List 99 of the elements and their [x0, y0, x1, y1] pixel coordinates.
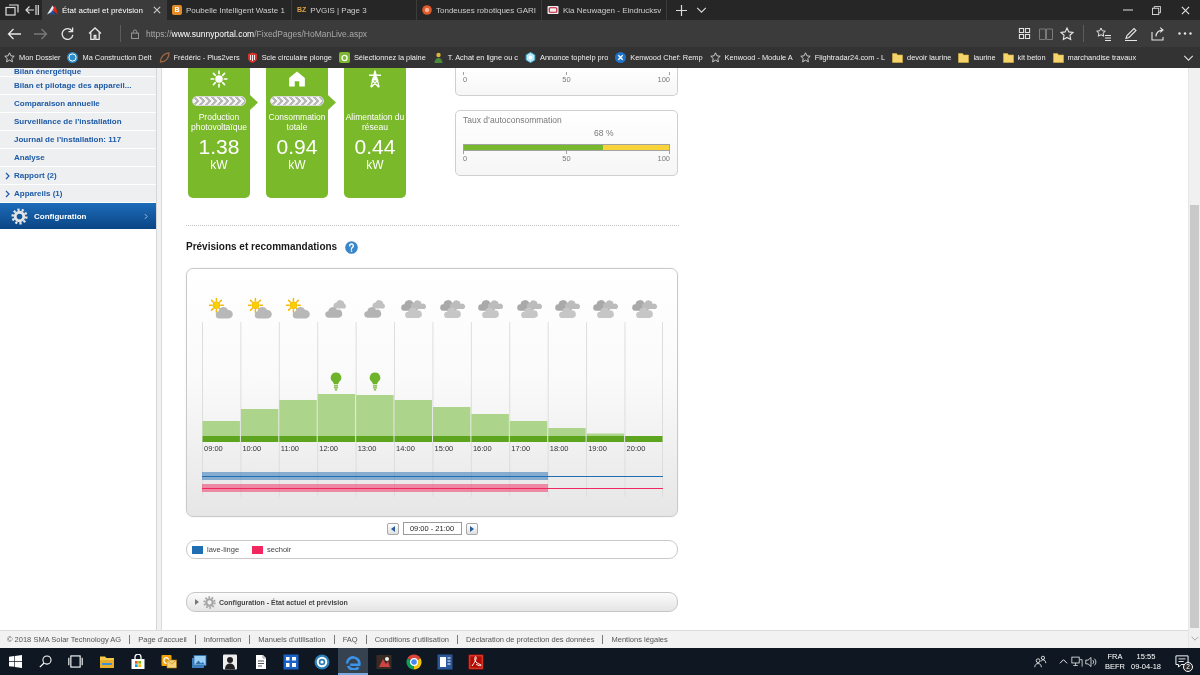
clouds-icon: [400, 297, 427, 319]
share-icon[interactable]: [1150, 26, 1165, 41]
more-icon[interactable]: [1177, 32, 1192, 35]
folder-icon: [1002, 52, 1014, 63]
curve-tile-icon: [467, 653, 484, 670]
circle-logo-icon: [67, 52, 79, 63]
star-list-icon[interactable]: [1096, 26, 1111, 41]
clouds-icon: [592, 297, 619, 319]
sun-cloud-icon: [285, 297, 312, 319]
power-value: 1.38: [198, 136, 240, 158]
folder-icon: [892, 52, 904, 63]
power-value: 0.94: [276, 136, 318, 158]
sidebar-link[interactable]: Surveillance de l’installation: [0, 113, 156, 131]
ring-icon: [314, 653, 331, 670]
leaf-icon: [158, 52, 170, 63]
power-value: 0.44: [354, 136, 396, 158]
sun-cloud-icon: [246, 297, 273, 319]
grid-tile-icon: [283, 653, 300, 670]
refresh-icon[interactable]: [61, 27, 74, 40]
monitor-icon[interactable]: [1071, 656, 1083, 667]
person-icon: [432, 52, 444, 63]
close-icon[interactable]: [153, 6, 161, 14]
clouds-icon: [630, 297, 657, 319]
lock-icon: [131, 28, 139, 39]
message-icon[interactable]: [1175, 655, 1189, 668]
triangle-left-icon: [390, 525, 395, 532]
task-view-icon[interactable]: [67, 655, 83, 668]
pictures-icon: [191, 653, 208, 670]
sidebar-section[interactable]: Configuration: [0, 203, 156, 229]
clouds-icon: [438, 297, 465, 319]
scrollbar-thumb[interactable]: [1190, 205, 1199, 628]
hexagon-icon: [525, 52, 537, 63]
sidebar-link[interactable]: Analyse: [0, 149, 156, 167]
triangle-right-icon: [469, 525, 474, 532]
clouds-icon: [553, 297, 580, 319]
x-circle-icon: [615, 52, 627, 63]
ring-logo-icon: [422, 5, 432, 15]
envelope-icon: [160, 653, 177, 670]
emblem-icon: [547, 5, 559, 15]
star-icon: [4, 52, 15, 63]
pen-icon[interactable]: [1123, 26, 1138, 41]
speaker-icon[interactable]: [1085, 655, 1097, 668]
gauge-title: Taux d’autoconsommation: [463, 115, 563, 126]
sidebar-group[interactable]: Rapport (2): [0, 167, 156, 185]
star-icon[interactable]: [1059, 26, 1074, 41]
people-icon[interactable]: [1033, 655, 1047, 668]
section-title: Prévisions et recommandations: [186, 240, 338, 254]
house-icon: [288, 70, 306, 88]
windows-logo-icon[interactable]: [8, 655, 22, 668]
restore-icon[interactable]: [1152, 5, 1161, 15]
triangle-logo-icon: [47, 5, 58, 15]
home-icon[interactable]: [87, 27, 102, 40]
square-logo-icon: [338, 52, 350, 63]
sun-icon: [210, 70, 228, 88]
person-tile-icon: [222, 653, 239, 670]
help-icon[interactable]: [345, 240, 359, 254]
next-button[interactable]: [465, 522, 478, 535]
previous-button[interactable]: [386, 522, 399, 535]
card-label: Production photovoltaïque: [190, 113, 248, 132]
sidebar-group[interactable]: Appareils (1): [0, 185, 156, 203]
star-icon: [799, 52, 811, 63]
browser-tab[interactable]: État actuel et prévision: [42, 0, 167, 20]
power-unit: kW: [210, 158, 228, 172]
clouds-icon: [515, 297, 542, 319]
power-unit: kW: [288, 158, 306, 172]
folder-icon: [1052, 52, 1064, 63]
squares-icon[interactable]: [1018, 27, 1031, 40]
star-icon: [709, 52, 721, 63]
gauge-reading: 68 %: [594, 128, 614, 139]
chevron-right-icon: [144, 212, 148, 220]
segmented-circle-icon: [406, 653, 423, 670]
gear-icon: [203, 595, 216, 609]
search-icon[interactable]: [38, 655, 52, 668]
gear-icon: [11, 207, 28, 225]
card-label: Alimentation du réseau: [344, 113, 406, 132]
minimize-icon[interactable]: [1122, 9, 1133, 11]
stacked-windows-icon[interactable]: [5, 4, 19, 16]
scrollbar[interactable]: [1188, 68, 1200, 648]
back-arrow-icon[interactable]: [6, 27, 21, 40]
document-tile-icon: [436, 653, 453, 670]
close-icon[interactable]: [1181, 5, 1190, 15]
chevron-up-icon[interactable]: [1058, 659, 1068, 664]
sidebar-link[interactable]: Journal de l’installation: 117: [0, 131, 156, 149]
swirl-icon: [344, 653, 361, 670]
power-unit: kW: [366, 158, 384, 172]
shield-icon: [246, 52, 258, 63]
clouds-icon: [477, 297, 504, 319]
picture-tile-icon: [375, 653, 392, 670]
arrow-lines-icon[interactable]: [25, 4, 39, 16]
plus-icon[interactable]: [675, 4, 687, 16]
folder-icon: [958, 52, 970, 63]
card-label: Consommation totale: [267, 113, 327, 132]
sidebar-link[interactable]: Comparaison annuelle: [0, 95, 156, 113]
sun-cloud-icon: [208, 297, 235, 319]
shopping-bag-icon: [130, 653, 147, 670]
sidebar-link[interactable]: Bilan et pilotage des appareil...: [0, 77, 156, 95]
pylon-icon: [366, 70, 384, 88]
cloud-icon: [361, 297, 388, 319]
taskbar-button[interactable]: [337, 648, 369, 675]
